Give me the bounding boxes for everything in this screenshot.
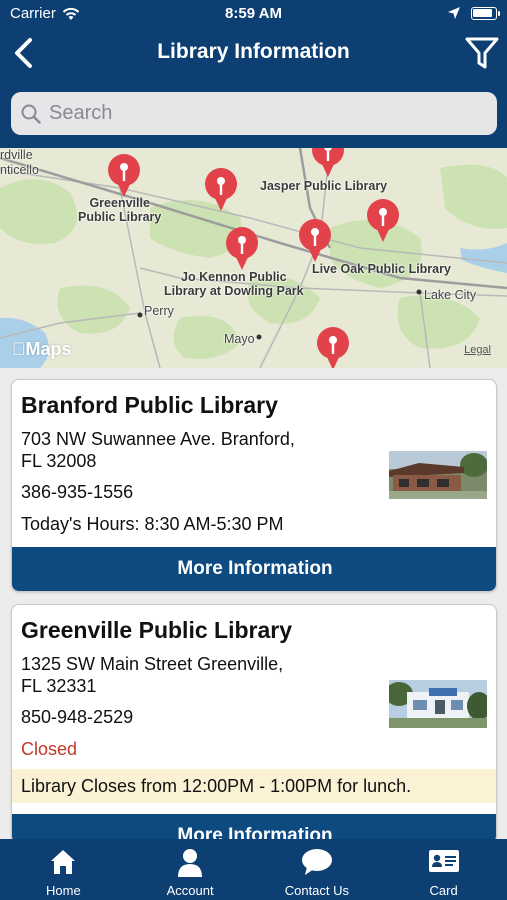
tab-bar: Home Account Contact Us Card xyxy=(0,839,507,900)
tab-contact-us[interactable]: Contact Us xyxy=(254,839,381,900)
library-address-line2: FL 32008 xyxy=(21,451,97,471)
library-hours: Today's Hours: 8:30 AM-5:30 PM xyxy=(21,514,284,534)
map-label-jasper: Jasper Public Library xyxy=(260,179,388,193)
library-notice: Library Closes from 12:00PM - 1:00PM for… xyxy=(12,769,496,803)
status-bar: Carrier 8:59 AM xyxy=(0,0,507,28)
status-right xyxy=(447,6,500,20)
chat-bubble-icon xyxy=(301,849,332,875)
apple-maps-logo: Maps xyxy=(12,339,72,360)
library-name: Branford Public Library xyxy=(21,392,278,418)
map-pin-jo-kennon[interactable] xyxy=(224,227,260,271)
map-label-jo-kennon: Jo Kennon Public Library at Dowling Park xyxy=(164,270,304,298)
more-information-button[interactable]: More Information xyxy=(12,547,496,591)
map-label-greenville: Greenville Public Library xyxy=(78,196,162,224)
map-pin-library[interactable] xyxy=(203,168,239,212)
status-time: 8:59 AM xyxy=(225,5,282,22)
tab-home[interactable]: Home xyxy=(0,839,127,900)
tab-card[interactable]: Card xyxy=(380,839,507,900)
tab-label: Home xyxy=(46,883,81,898)
tab-label: Contact Us xyxy=(284,883,350,898)
library-photo xyxy=(389,451,487,499)
map-label-madison: rdville xyxy=(0,148,33,162)
library-phone[interactable]: 850-948-2529 xyxy=(21,706,133,728)
map-label-monticello: nticello xyxy=(0,163,39,177)
battery-icon xyxy=(471,6,500,20)
library-phone[interactable]: 386-935-1556 xyxy=(21,481,133,503)
search-bar[interactable] xyxy=(11,92,497,135)
library-photo xyxy=(389,680,487,728)
nav-bar: Library Information xyxy=(0,28,507,80)
tab-label: Card xyxy=(429,883,458,898)
tab-label: Account xyxy=(166,883,214,898)
apple-icon:  xyxy=(12,339,26,359)
map-label-lake-city: Lake City xyxy=(424,288,477,302)
library-card: Branford Public Library 703 NW Suwannee … xyxy=(11,379,497,592)
map-pin-library-east[interactable] xyxy=(365,199,401,243)
map-pin-jasper[interactable] xyxy=(310,148,346,178)
maps-logo-text: Maps xyxy=(12,339,72,359)
library-address-line1: 1325 SW Main Street Greenville, xyxy=(21,654,284,674)
tab-account[interactable]: Account xyxy=(127,839,254,900)
map-pin-greenville[interactable] xyxy=(106,154,142,198)
map-label-live-oak: Live Oak Public Library xyxy=(312,262,451,276)
location-arrow-icon xyxy=(448,7,460,19)
map-pin-branford[interactable] xyxy=(315,327,351,368)
library-name: Greenville Public Library xyxy=(21,617,292,643)
map-view[interactable]: rdville nticello Greenville Public Libra… xyxy=(0,148,507,368)
person-icon xyxy=(178,849,203,877)
library-card: Greenville Public Library 1325 SW Main S… xyxy=(11,604,497,844)
filter-icon xyxy=(465,37,499,69)
library-address-line1: 703 NW Suwannee Ave. Branford, xyxy=(21,429,295,449)
legal-link[interactable]: Legal xyxy=(464,344,491,356)
map-label-mayo: Mayo xyxy=(224,332,255,346)
map-label-perry: Perry xyxy=(144,304,174,318)
header: Carrier 8:59 AM Library Information xyxy=(0,0,507,148)
map-pin-live-oak[interactable] xyxy=(297,219,333,263)
library-status: Closed xyxy=(21,739,78,759)
search-icon xyxy=(21,104,41,124)
filter-button[interactable] xyxy=(463,34,501,72)
home-icon xyxy=(51,850,76,874)
library-address-line2: FL 32331 xyxy=(21,676,97,696)
search-input[interactable] xyxy=(49,102,469,125)
page-title: Library Information xyxy=(157,40,350,63)
id-card-icon xyxy=(428,850,459,872)
